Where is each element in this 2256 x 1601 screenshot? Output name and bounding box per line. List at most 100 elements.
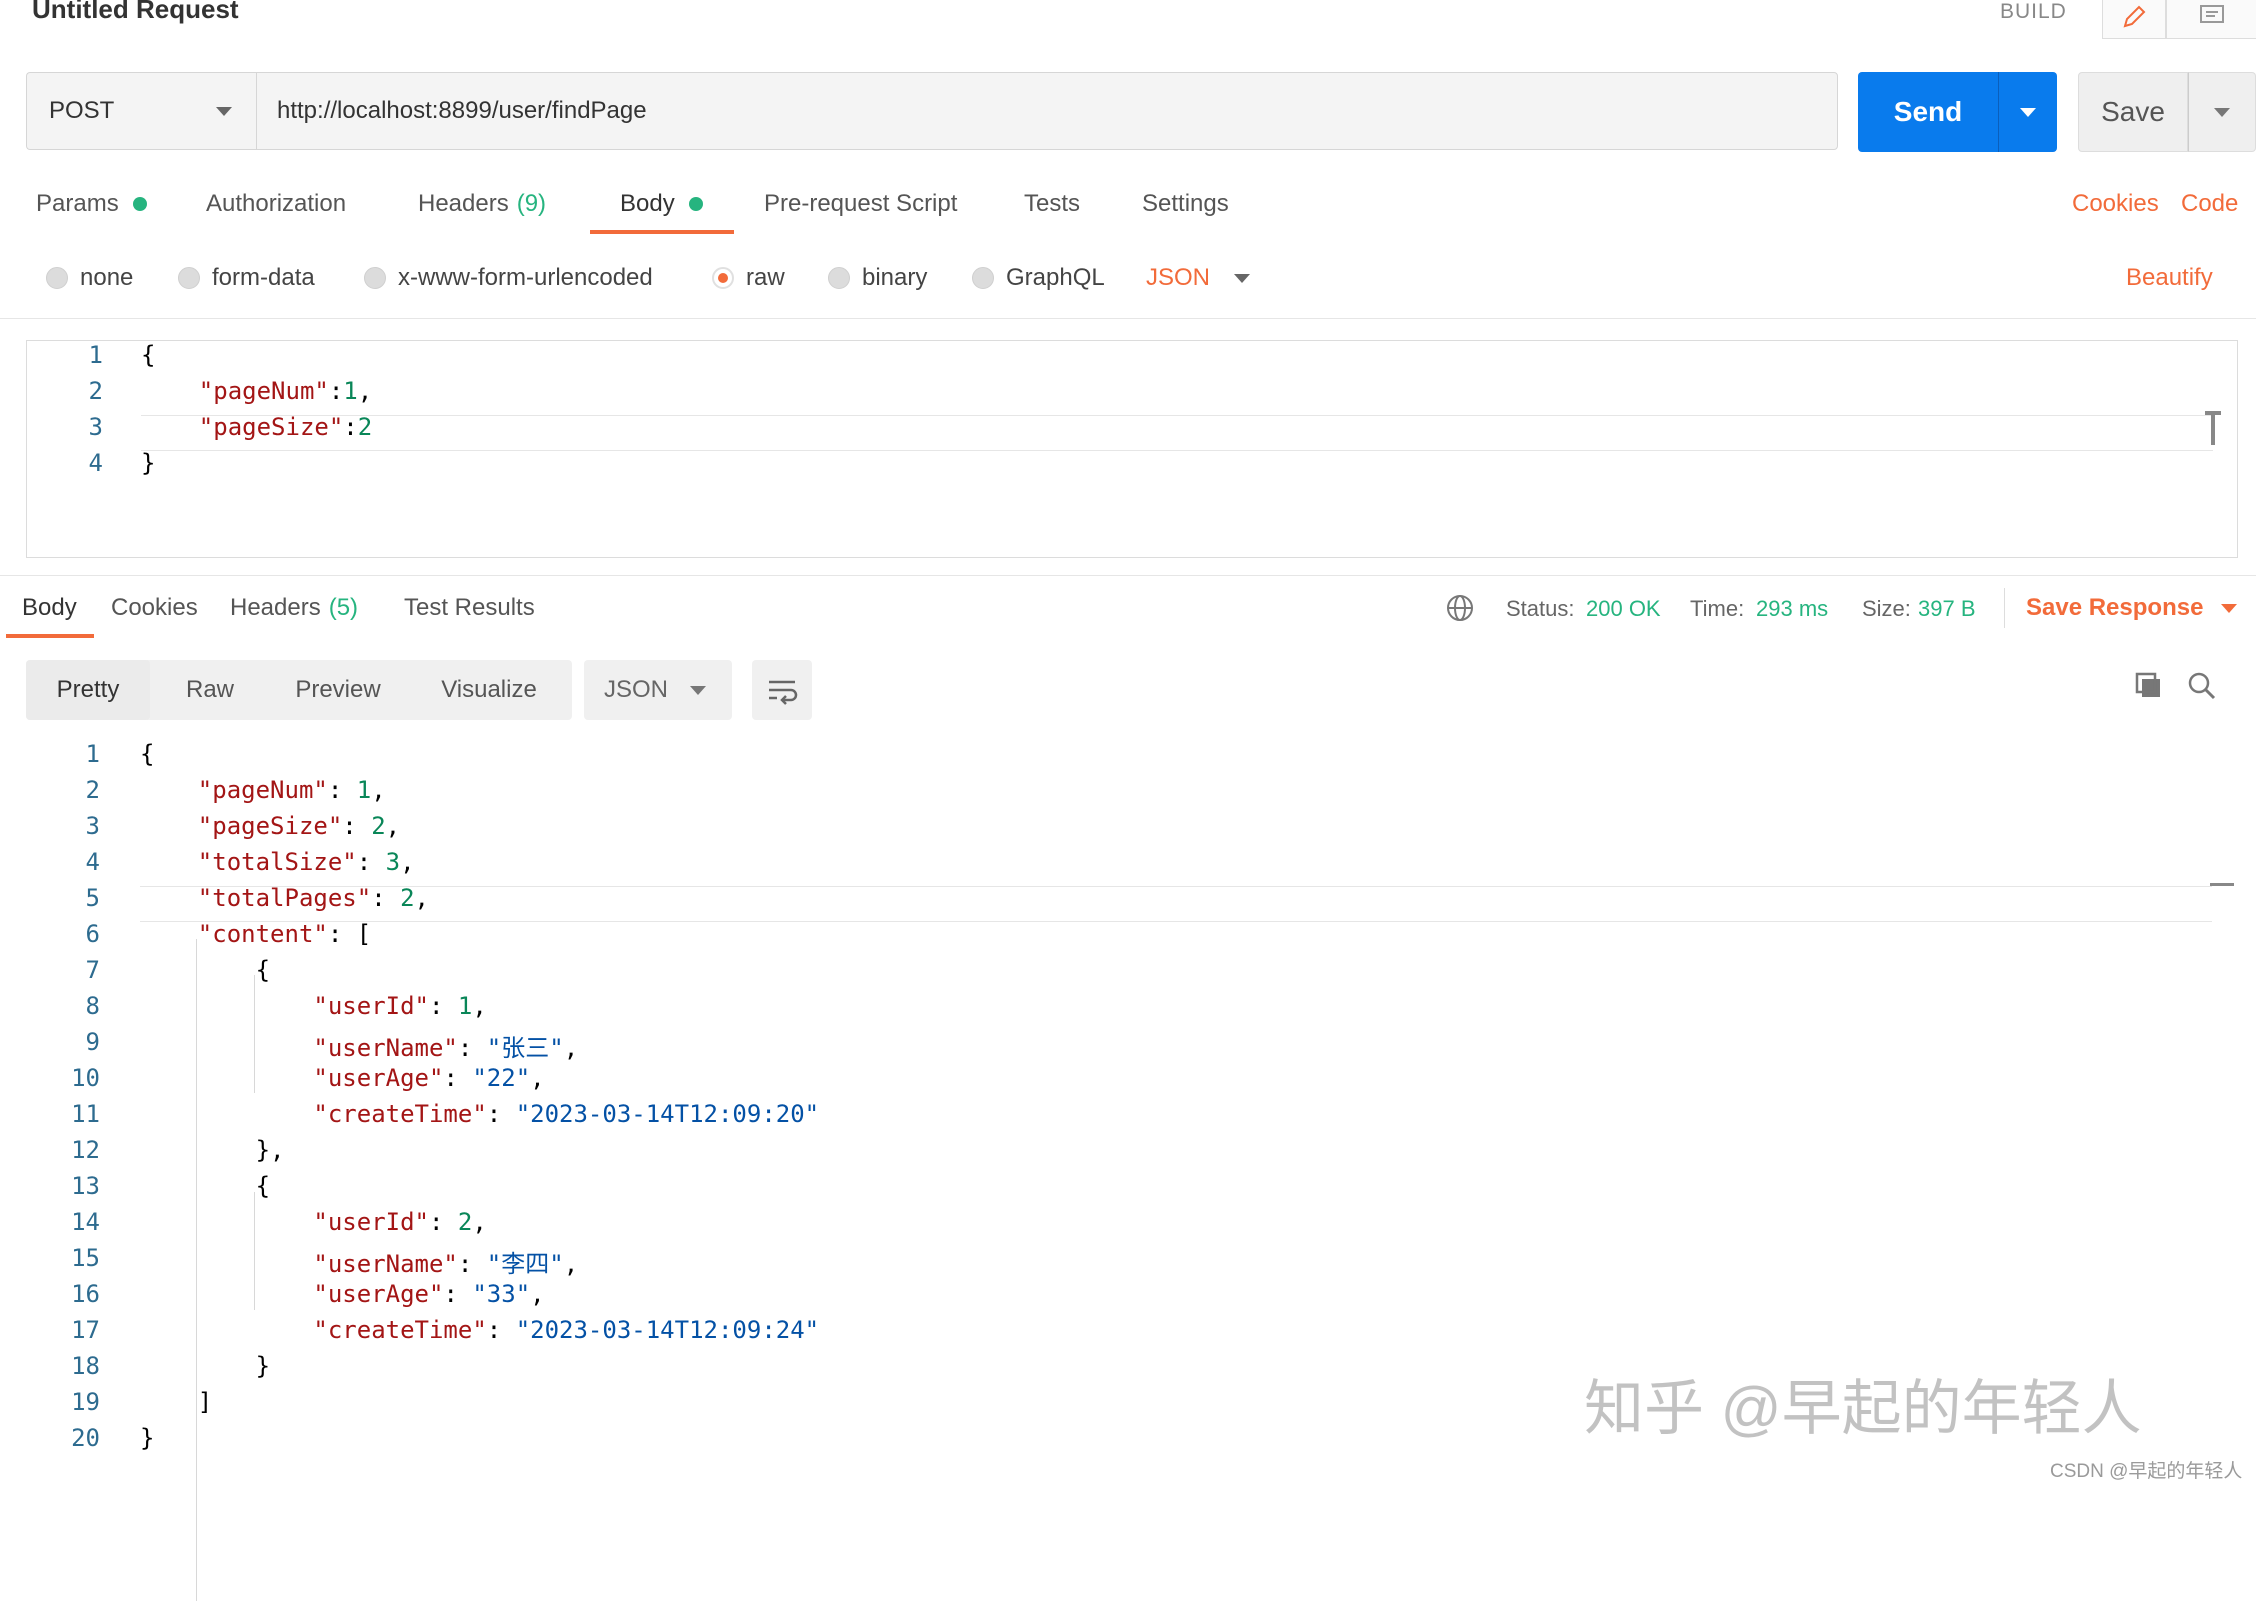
json-punct	[141, 413, 199, 441]
tab-response-cookies[interactable]: Cookies	[111, 594, 198, 622]
tab-settings[interactable]: Settings	[1142, 190, 1229, 218]
view-preview-button[interactable]: Preview	[270, 660, 406, 720]
radio-circle	[972, 267, 994, 289]
tab-response-body[interactable]: Body	[22, 594, 77, 622]
tab-authorization[interactable]: Authorization	[206, 190, 346, 218]
view-pretty-button[interactable]: Pretty	[26, 660, 150, 720]
globe-icon[interactable]	[1444, 592, 1476, 629]
cookies-link[interactable]: Cookies	[2072, 190, 2159, 218]
headers-count: (9)	[516, 190, 547, 217]
radio-form-data[interactable]: form-data	[178, 264, 315, 292]
time-value[interactable]: 293 ms	[1756, 596, 1828, 622]
current-line-highlight	[141, 415, 2213, 451]
radio-label: form-data	[212, 264, 315, 291]
code-link[interactable]: Code	[2181, 190, 2238, 218]
json-string: "2023-03-14T12:09:20"	[515, 1100, 820, 1128]
view-visualize-button[interactable]: Visualize	[406, 660, 572, 720]
code-line: ]	[140, 1388, 212, 1416]
json-punct: :	[457, 1034, 487, 1062]
json-punct: {	[140, 740, 155, 768]
status-value[interactable]: 200 OK	[1586, 596, 1661, 622]
method-select[interactable]: POST	[26, 72, 256, 150]
tab-pre-request-script[interactable]: Pre-request Script	[764, 190, 957, 218]
response-format-select[interactable]: JSON	[584, 660, 732, 720]
url-input[interactable]: http://localhost:8899/user/findPage	[256, 72, 1838, 150]
radio-label: raw	[746, 264, 785, 291]
json-punct: :	[356, 848, 386, 876]
code-line: "createTime": "2023-03-14T12:09:24"	[140, 1316, 819, 1344]
body-format-select[interactable]: JSON	[1146, 264, 1251, 292]
json-key: "userName"	[313, 1034, 458, 1062]
request-title[interactable]: Untitled Request	[32, 0, 239, 25]
line-number: 17	[71, 1316, 100, 1344]
radio-binary[interactable]: binary	[828, 264, 927, 292]
line-number: 18	[71, 1352, 100, 1380]
status-label: Status:	[1506, 596, 1575, 621]
tab-params[interactable]: Params	[36, 190, 147, 218]
tab-response-headers[interactable]: Headers (5)	[230, 594, 358, 622]
line-number: 11	[71, 1100, 100, 1128]
code-line: "pageSize":2	[141, 413, 372, 441]
build-mode-label[interactable]: BUILD	[2000, 0, 2067, 24]
active-tab-indicator	[6, 634, 94, 638]
line-number: 14	[71, 1208, 100, 1236]
json-number: 2	[371, 812, 386, 840]
json-punct	[140, 1250, 313, 1278]
radio-none[interactable]: none	[46, 264, 133, 292]
copy-icon[interactable]	[2133, 670, 2165, 707]
chevron-down-icon	[2221, 603, 2238, 613]
json-key: "userAge"	[313, 1064, 444, 1092]
save-response-button[interactable]: Save Response	[2026, 594, 2238, 622]
headers-count: (5)	[328, 594, 359, 621]
save-button[interactable]: Save	[2078, 72, 2188, 152]
tab-label: Cookies	[111, 594, 198, 621]
radio-circle	[46, 267, 68, 289]
view-raw-button[interactable]: Raw	[150, 660, 270, 720]
json-key: "pageSize"	[198, 413, 344, 441]
code-line: "totalSize": 3,	[140, 848, 415, 876]
radio-x-www-form-urlencoded[interactable]: x-www-form-urlencoded	[364, 264, 653, 292]
send-button[interactable]: Send	[1858, 72, 1998, 152]
chevron-down-icon	[2214, 107, 2230, 117]
json-string: "李四"	[486, 1250, 564, 1278]
search-icon[interactable]	[2186, 670, 2218, 707]
beautify-link[interactable]: Beautify	[2126, 264, 2213, 292]
json-string: "22"	[472, 1064, 531, 1092]
code-line: "userName": "张三",	[140, 1028, 578, 1063]
tab-test-results[interactable]: Test Results	[404, 594, 535, 622]
send-dropdown-button[interactable]	[1998, 72, 2057, 152]
json-punct	[140, 776, 198, 804]
json-punct	[140, 920, 198, 948]
radio-label: none	[80, 264, 134, 291]
json-punct: : [	[327, 920, 372, 948]
wrap-lines-icon[interactable]	[752, 660, 812, 720]
tab-body[interactable]: Body	[620, 190, 703, 218]
line-number: 2	[85, 776, 100, 804]
tab-headers[interactable]: Headers (9)	[418, 190, 546, 218]
json-punct	[140, 1100, 313, 1128]
size-value[interactable]: 397 B	[1918, 596, 1976, 622]
radio-raw[interactable]: raw	[712, 264, 785, 292]
json-number: 3	[385, 848, 401, 876]
response-body-viewer[interactable]: 1{2 "pageNum": 1, 3 "pageSize": 2, 4 "tota…	[0, 740, 2256, 1601]
json-punct: :	[343, 413, 358, 441]
radio-circle-selected	[712, 267, 734, 289]
json-punct: ,	[472, 1208, 487, 1236]
line-number: 13	[71, 1172, 100, 1200]
json-punct: {	[140, 956, 271, 984]
line-number: 20	[71, 1424, 100, 1452]
json-number: 2	[457, 1208, 473, 1236]
save-dropdown-button[interactable]	[2188, 72, 2256, 152]
line-number: 2	[88, 377, 103, 405]
request-body-editor[interactable]: 1{2 "pageNum":1, 3 "pageSize":2 4}	[26, 340, 2238, 558]
json-punct: ,	[400, 848, 415, 876]
tab-label: Headers	[418, 190, 509, 217]
radio-graphql[interactable]: GraphQL	[972, 264, 1105, 292]
json-key: "createTime"	[313, 1100, 487, 1128]
method-value: POST	[49, 97, 115, 124]
comment-icon[interactable]	[2166, 0, 2256, 39]
tab-tests[interactable]: Tests	[1024, 190, 1080, 218]
json-punct: :	[327, 776, 357, 804]
scroll-marker	[2211, 411, 2215, 445]
pencil-icon[interactable]	[2102, 0, 2166, 39]
